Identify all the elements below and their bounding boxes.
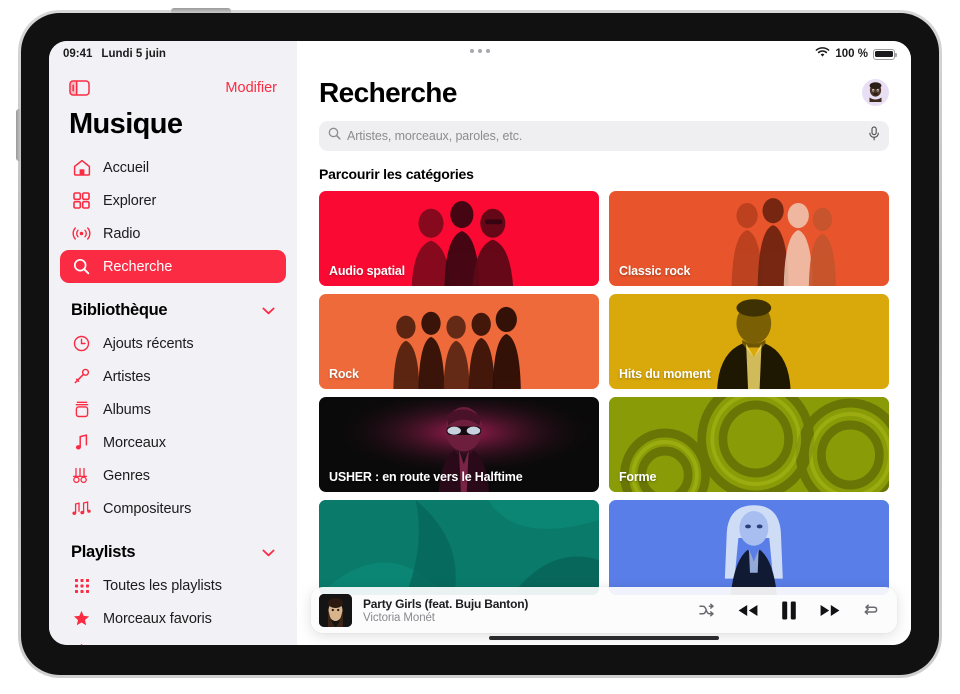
page-title: Recherche: [319, 77, 457, 108]
user-memoji-avatar[interactable]: [862, 79, 889, 106]
playlists-section-header[interactable]: Playlists: [49, 525, 297, 569]
radio-waves-icon: [71, 226, 92, 241]
plus-icon: [71, 643, 92, 645]
sidebar-item-nouvelle-playlist[interactable]: Nouvelle playlist: [60, 635, 286, 645]
section-title: Playlists: [71, 543, 136, 561]
sidebar-item-genres[interactable]: Genres: [60, 459, 286, 492]
category-label: Hits du moment: [619, 367, 711, 381]
app-title: Musique: [69, 108, 183, 140]
edit-button[interactable]: Modifier: [225, 80, 277, 96]
category-label: USHER : en route vers le Halftime: [329, 470, 523, 484]
sidebar-header: Modifier: [49, 67, 297, 101]
sidebar-item-artistes[interactable]: Artistes: [60, 360, 286, 393]
album-artwork[interactable]: [319, 593, 352, 627]
track-artist: Victoria Monét: [363, 611, 435, 624]
dots-grid-icon: [71, 578, 92, 594]
category-card-hits-du-moment[interactable]: Hits du moment: [609, 294, 889, 389]
sidebar-item-ajouts-recents[interactable]: Ajouts récents: [60, 327, 286, 360]
category-card-audio-spatial[interactable]: Audio spatial: [319, 191, 599, 286]
search-placeholder: Artistes, morceaux, paroles, etc.: [347, 129, 523, 143]
quintet-group-artwork: [319, 294, 599, 389]
guitar-icon: [71, 467, 92, 484]
categories-grid: Audio spatial Classic rock Rock Hits du …: [319, 191, 889, 595]
magnifier-icon: [328, 127, 341, 145]
microphone-icon[interactable]: [868, 126, 880, 146]
sidebar-item-label: Genres: [103, 467, 150, 484]
sidebar-item-label: Recherche: [103, 258, 173, 275]
sidebar: Modifier Musique Accueil Explorer Radio …: [49, 41, 297, 645]
volume-button[interactable]: [16, 109, 21, 161]
magnifier-icon: [71, 258, 92, 275]
sidebar-item-label: Accueil: [103, 159, 150, 176]
main-content: Recherche Artistes, morceaux, paroles, e…: [297, 41, 911, 645]
sidebar-item-recherche[interactable]: Recherche: [60, 250, 286, 283]
sidebar-item-label: Explorer: [103, 192, 157, 209]
category-card-blue[interactable]: [609, 500, 889, 595]
category-card-rock[interactable]: Rock: [319, 294, 599, 389]
sidebar-item-morceaux[interactable]: Morceaux: [60, 426, 286, 459]
browse-categories-heading: Parcourir les catégories: [319, 166, 474, 182]
category-label: Forme: [619, 470, 657, 484]
pause-icon[interactable]: [781, 601, 797, 620]
house-icon: [71, 159, 92, 176]
sidebar-item-morceaux-favoris[interactable]: Morceaux favoris: [60, 602, 286, 635]
sidebar-item-explorer[interactable]: Explorer: [60, 184, 286, 217]
category-card-classic-rock[interactable]: Classic rock: [609, 191, 889, 286]
album-stack-icon: [71, 401, 92, 418]
sidebar-item-label: Nouvelle playlist: [103, 644, 206, 646]
playlists-nav-list: Toutes les playlists Morceaux favoris: [49, 569, 297, 645]
main-header: Recherche: [319, 77, 889, 109]
device-body: 09:41 Lundi 5 juin 100 % Modifier Musiqu…: [16, 8, 939, 675]
fast-forward-icon[interactable]: [819, 603, 841, 618]
category-card-teal[interactable]: [319, 500, 599, 595]
sidebar-item-label: Radio: [103, 225, 141, 242]
sidebar-toggle-icon[interactable]: [69, 80, 90, 96]
sidebar-item-label: Ajouts récents: [103, 335, 194, 352]
now-playing-bar: Party Girls (feat. Buju Banton) Victoria…: [311, 587, 897, 633]
search-input[interactable]: Artistes, morceaux, paroles, etc.: [319, 121, 889, 151]
category-label: Classic rock: [619, 264, 691, 278]
category-card-usher-halftime[interactable]: USHER : en route vers le Halftime: [319, 397, 599, 492]
category-card-forme[interactable]: Forme: [609, 397, 889, 492]
shuffle-icon[interactable]: [699, 603, 715, 617]
grid-squares-icon: [71, 192, 92, 209]
microphone-icon: [71, 368, 92, 385]
category-label: Rock: [329, 367, 359, 381]
sidebar-item-albums[interactable]: Albums: [60, 393, 286, 426]
repeat-icon[interactable]: [863, 603, 879, 617]
playback-controls: [699, 601, 883, 620]
sidebar-item-label: Artistes: [103, 368, 151, 385]
blonde-portrait-artwork: [609, 500, 889, 595]
sidebar-item-label: Toutes les playlists: [103, 577, 222, 594]
sidebar-item-label: Compositeurs: [103, 500, 192, 517]
sidebar-item-label: Albums: [103, 401, 151, 418]
sidebar-item-radio[interactable]: Radio: [60, 217, 286, 250]
sidebar-item-accueil[interactable]: Accueil: [60, 151, 286, 184]
sidebar-item-label: Morceaux: [103, 434, 166, 451]
chevron-down-icon[interactable]: [262, 307, 275, 315]
now-playing-text: Party Girls (feat. Buju Banton) Victoria…: [363, 597, 699, 624]
primary-nav-list: Accueil Explorer Radio Recherche: [49, 151, 297, 283]
sidebar-item-label: Morceaux favoris: [103, 610, 212, 627]
rewind-icon[interactable]: [737, 603, 759, 618]
home-indicator[interactable]: [489, 636, 719, 640]
star-icon: [71, 610, 92, 627]
music-note-icon: [71, 434, 92, 451]
multitasking-dots-icon[interactable]: [470, 49, 490, 53]
track-title: Party Girls (feat. Buju Banton): [363, 596, 529, 611]
category-label: Audio spatial: [329, 264, 405, 278]
section-title: Bibliothèque: [71, 301, 168, 319]
ipad-device-frame: 09:41 Lundi 5 juin 100 % Modifier Musiqu…: [16, 8, 942, 678]
double-music-note-icon: [71, 500, 92, 517]
power-button[interactable]: [171, 8, 231, 13]
ipad-screen: 09:41 Lundi 5 juin 100 % Modifier Musiqu…: [49, 41, 911, 645]
sidebar-item-toutes-les-playlists[interactable]: Toutes les playlists: [60, 569, 286, 602]
sidebar-item-compositeurs[interactable]: Compositeurs: [60, 492, 286, 525]
clock-icon: [71, 335, 92, 352]
library-nav-list: Ajouts récents Artistes Albums Morceaux …: [49, 327, 297, 525]
chevron-down-icon[interactable]: [262, 549, 275, 557]
library-section-header[interactable]: Bibliothèque: [49, 283, 297, 327]
teal-folds-artwork: [319, 500, 599, 595]
